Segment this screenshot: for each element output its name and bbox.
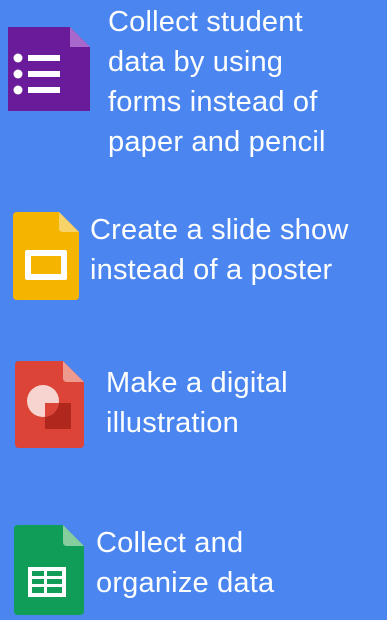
drawings-item-text: Make a digital illustration <box>106 367 288 439</box>
slides-item-text: Create a slide show instead of a poster <box>90 214 349 286</box>
google-forms-icon <box>8 27 90 111</box>
forms-item-text: Collect student data by using forms inst… <box>108 6 326 158</box>
sheets-item: Collect and organize data <box>0 515 387 615</box>
sheets-item-text: Collect and organize data <box>96 527 275 599</box>
slides-item: Create a slide show instead of a poster <box>0 190 387 320</box>
google-drawings-icon <box>15 361 84 448</box>
forms-item: Collect student data by using forms inst… <box>0 0 387 190</box>
google-slides-icon <box>13 212 79 300</box>
google-sheets-icon <box>14 525 84 615</box>
drawings-item: Make a digital illustration <box>0 355 387 465</box>
